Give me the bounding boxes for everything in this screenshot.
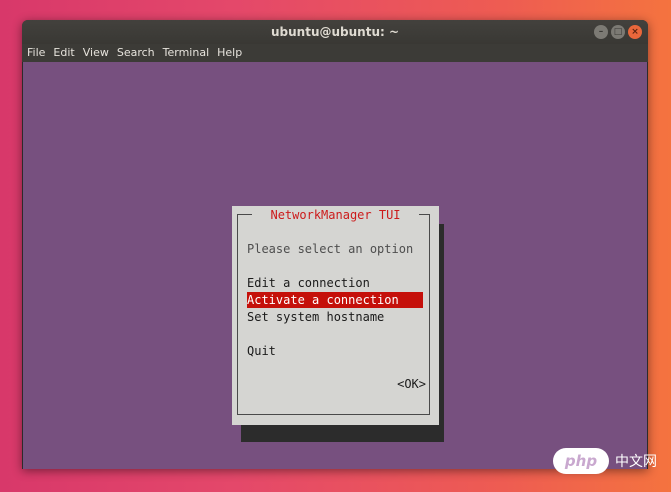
menu-help[interactable]: Help [213, 44, 246, 62]
maximize-icon[interactable]: □ [611, 25, 625, 39]
option-edit-connection[interactable]: Edit a connection [247, 275, 372, 291]
menu-view[interactable]: View [79, 44, 113, 62]
option-activate-connection[interactable]: Activate a connection [247, 292, 423, 308]
nmtui-dialog: NetworkManager TUI Please select an opti… [232, 206, 439, 425]
window-title: ubuntu@ubuntu: ~ [270, 25, 400, 39]
menu-edit[interactable]: Edit [49, 44, 78, 62]
watermark-text: 中文网 [615, 454, 657, 470]
dialog-prompt: Please select an option [247, 242, 414, 256]
close-icon[interactable]: × [628, 25, 642, 39]
dialog-title: NetworkManager TUI [252, 207, 419, 223]
menu-search[interactable]: Search [113, 44, 159, 62]
minimize-icon[interactable]: – [594, 25, 608, 39]
php-logo: php [553, 448, 609, 474]
terminal-area[interactable]: NetworkManager TUI Please select an opti… [23, 62, 647, 469]
window-controls: – □ × [594, 25, 642, 39]
watermark: php 中文网 [553, 448, 667, 474]
option-quit[interactable]: Quit [247, 343, 278, 359]
terminal-window: ubuntu@ubuntu: ~ – □ × File Edit View Se… [22, 20, 648, 469]
window-titlebar[interactable]: ubuntu@ubuntu: ~ – □ × [22, 20, 648, 44]
option-set-hostname[interactable]: Set system hostname [247, 309, 386, 325]
menu-bar: File Edit View Search Terminal Help [22, 44, 648, 62]
ok-button[interactable]: <OK> [397, 376, 426, 392]
menu-terminal[interactable]: Terminal [159, 44, 214, 62]
menu-file[interactable]: File [22, 44, 49, 62]
